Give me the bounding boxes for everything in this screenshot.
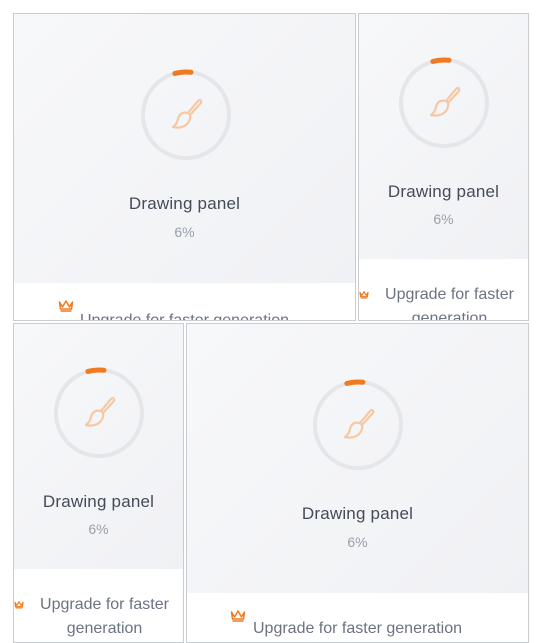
upgrade-link[interactable]: Upgrade for faster generation <box>14 569 183 642</box>
progress-arc <box>398 57 490 149</box>
upgrade-label: Upgrade for faster generation <box>252 620 462 637</box>
crown-icon <box>359 291 369 299</box>
progress-ring <box>312 379 404 471</box>
progress-percent: 6% <box>347 534 368 550</box>
paintbrush-icon <box>84 396 116 427</box>
paintbrush-icon <box>429 86 461 117</box>
drawing-panel-card: Drawing panel 6% Upgrade for faster gene… <box>13 13 356 321</box>
progress-ring <box>53 367 145 459</box>
upgrade-label: Upgrade for faster generation <box>79 312 289 321</box>
progress-arc <box>53 367 145 459</box>
progress-ring <box>140 69 232 161</box>
panel-title: Drawing panel <box>42 492 155 511</box>
progress-percent: 6% <box>88 521 109 537</box>
progress-arc <box>140 69 232 161</box>
panel-title: Drawing panel <box>128 194 241 213</box>
panel-title: Drawing panel <box>301 504 414 523</box>
upgrade-link[interactable]: Upgrade for faster generation <box>359 259 528 320</box>
progress-percent: 6% <box>174 224 195 240</box>
paintbrush-icon <box>343 408 375 439</box>
paintbrush-icon <box>171 98 203 129</box>
upgrade-label: Upgrade for faster generation <box>385 286 514 321</box>
upgrade-link[interactable]: Upgrade for faster generation <box>14 283 355 320</box>
upgrade-link[interactable]: Upgrade for faster generation <box>187 593 528 642</box>
progress-arc <box>312 379 404 471</box>
crown-icon <box>14 601 24 609</box>
drawing-panel-card: Drawing panel 6% Upgrade for faster gene… <box>358 13 529 321</box>
drawing-panel-card: Drawing panel 6% Upgrade for faster gene… <box>13 323 184 643</box>
progress-ring <box>398 57 490 149</box>
panel-title: Drawing panel <box>387 182 500 201</box>
progress-percent: 6% <box>433 211 454 227</box>
upgrade-label: Upgrade for faster generation <box>40 596 169 637</box>
drawing-panel-card: Drawing panel 6% Upgrade for faster gene… <box>186 323 529 643</box>
